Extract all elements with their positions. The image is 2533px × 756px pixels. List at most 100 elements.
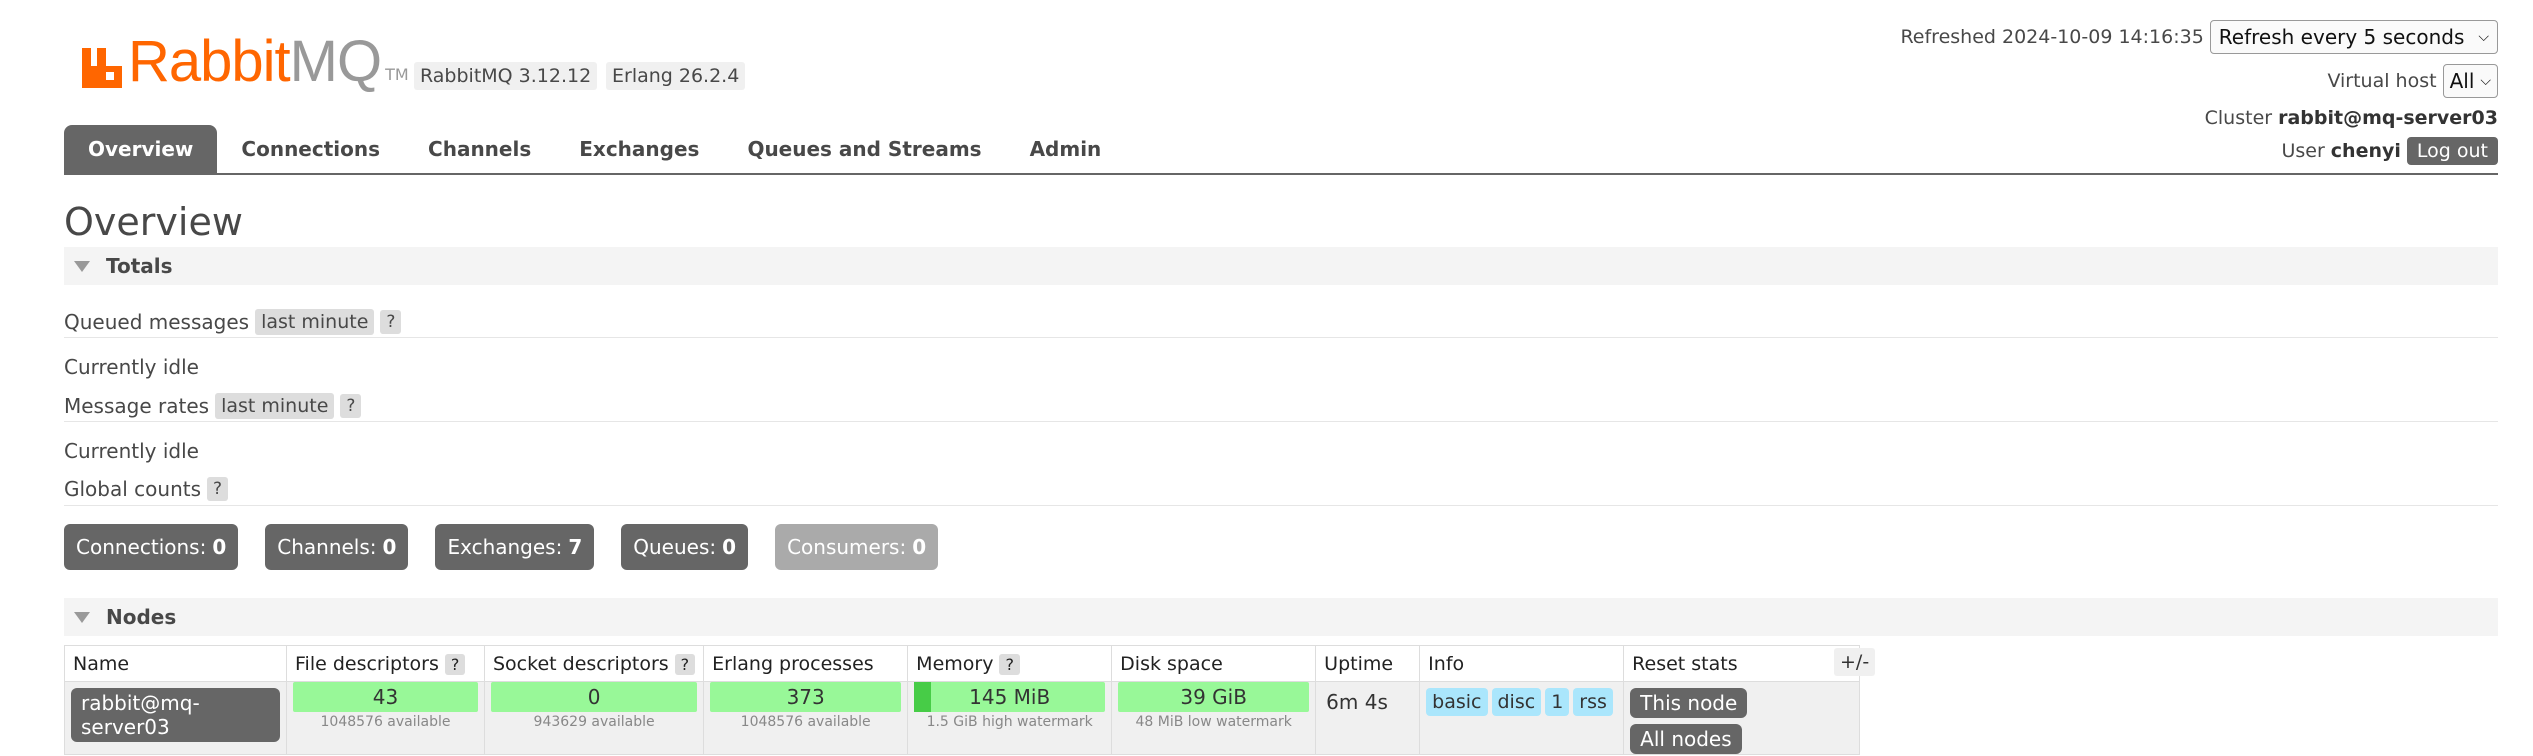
file-descriptors-help[interactable]: ? — [444, 653, 466, 675]
reset-this-node-button[interactable]: This node — [1630, 688, 1748, 718]
table-row: rabbit@mq-server03 43 1048576 available … — [64, 681, 1861, 755]
message-rates-row: Message rates last minute ? — [64, 393, 362, 419]
queues-count-button[interactable]: Queues: 0 — [621, 524, 749, 570]
page-title: Overview — [64, 200, 243, 244]
node-name-link[interactable]: rabbit@mq-server03 — [71, 688, 280, 742]
erlang-version: Erlang 26.2.4 — [606, 62, 746, 90]
socket-descriptors-bar: 0 — [491, 682, 698, 712]
divider — [64, 337, 2498, 338]
tab-exchanges[interactable]: Exchanges — [555, 125, 723, 173]
info-badge-disc: disc — [1491, 688, 1542, 716]
cell-reset-stats: This node All nodes — [1623, 681, 1861, 755]
refreshed-timestamp: Refreshed 2024-10-09 14:16:35 — [1900, 26, 2204, 48]
tab-channels[interactable]: Channels — [404, 125, 555, 173]
col-socket-descriptors: Socket descriptors? — [483, 645, 705, 682]
totals-section-header[interactable]: Totals — [64, 247, 2498, 285]
collapse-triangle-icon — [74, 260, 90, 272]
vhost-value: All — [2449, 69, 2475, 93]
logout-button[interactable]: Log out — [2406, 137, 2498, 165]
file-descriptors-available: 1048576 available — [320, 714, 451, 730]
message-rates-range[interactable]: last minute — [215, 393, 335, 419]
reset-all-nodes-button[interactable]: All nodes — [1630, 724, 1742, 754]
socket-descriptors-available: 943629 available — [533, 714, 655, 730]
logo-text-rabbit: Rabbit — [128, 29, 291, 94]
cell-socket-descriptors: 0 943629 available — [483, 681, 705, 755]
memory-bar-fill — [914, 682, 932, 712]
cell-file-descriptors: 43 1048576 available — [286, 681, 485, 755]
memory-help[interactable]: ? — [999, 653, 1020, 675]
message-rates-label: Message rates — [64, 394, 210, 418]
divider — [64, 421, 2498, 422]
consumers-count-button[interactable]: Consumers: 0 — [775, 524, 939, 570]
tabs-underline — [64, 173, 2498, 175]
vhost-select[interactable]: All ⌵ — [2442, 64, 2498, 98]
cell-erlang-processes: 373 1048576 available — [703, 681, 909, 755]
message-rates-help[interactable]: ? — [340, 394, 362, 418]
memory-watermark: 1.5 GiB high watermark — [926, 714, 1093, 730]
cluster-row: Cluster rabbit@mq-server03 — [2205, 107, 2498, 129]
col-mem-label: Memory — [916, 652, 994, 675]
count-value: 7 — [568, 535, 583, 559]
logo-trademark: TM — [385, 65, 409, 84]
refresh-row: Refreshed 2024-10-09 14:16:35 Refresh ev… — [1900, 20, 2498, 54]
col-info-label: Info — [1428, 652, 1465, 675]
refresh-interval-select[interactable]: Refresh every 5 seconds ⌵ — [2209, 20, 2498, 54]
logo-text-mq: MQ — [289, 29, 382, 94]
exchanges-count-button[interactable]: Exchanges: 7 — [435, 524, 595, 570]
global-counts-label: Global counts — [64, 477, 202, 501]
chevron-down-icon: ⌵ — [2478, 29, 2489, 45]
col-ep-label: Erlang processes — [712, 652, 874, 675]
collapse-triangle-icon — [74, 611, 90, 623]
main-nav-tabs: Overview Connections Channels Exchanges … — [64, 125, 1125, 173]
col-file-descriptors: File descriptors? — [286, 645, 485, 682]
tab-connections[interactable]: Connections — [217, 125, 404, 173]
queued-messages-help[interactable]: ? — [380, 310, 402, 334]
count-value: 0 — [912, 535, 927, 559]
channels-count-button[interactable]: Channels: 0 — [265, 524, 409, 570]
col-name-label: Name — [73, 652, 130, 675]
col-fd-label: File descriptors — [295, 652, 439, 675]
erlang-processes-bar: 373 — [710, 682, 902, 712]
queued-messages-range[interactable]: last minute — [255, 309, 375, 335]
disk-space-bar: 39 GiB — [1118, 682, 1310, 712]
divider — [64, 505, 2498, 506]
erlang-processes-available: 1048576 available — [740, 714, 871, 730]
cell-uptime: 6m 4s — [1315, 681, 1421, 755]
col-name: Name — [64, 645, 287, 682]
count-label: Connections: — [76, 535, 207, 559]
tab-admin[interactable]: Admin — [1006, 125, 1126, 173]
column-toggle-button[interactable]: +/- — [1834, 648, 1876, 676]
info-badge-basic: basic — [1426, 688, 1488, 716]
connections-count-button[interactable]: Connections: 0 — [64, 524, 239, 570]
col-disk-label: Disk space — [1120, 652, 1223, 675]
count-label: Exchanges: — [447, 535, 563, 559]
user-name: chenyi — [2330, 140, 2401, 162]
cell-disk-space: 39 GiB 48 MiB low watermark — [1111, 681, 1317, 755]
nodes-section-header[interactable]: Nodes — [64, 598, 2498, 636]
queued-messages-row: Queued messages last minute ? — [64, 309, 402, 335]
col-reset-stats: Reset stats — [1623, 645, 1861, 682]
col-reset-label: Reset stats — [1632, 652, 1738, 675]
tab-overview[interactable]: Overview — [64, 125, 218, 173]
tab-queues-and-streams[interactable]: Queues and Streams — [723, 125, 1005, 173]
rabbitmq-version: RabbitMQ 3.12.12 — [414, 62, 598, 90]
col-erlang-processes: Erlang processes — [703, 645, 909, 682]
col-disk-space: Disk space — [1111, 645, 1317, 682]
count-label: Consumers: — [787, 535, 907, 559]
count-value: 0 — [212, 535, 227, 559]
totals-section-title: Totals — [106, 254, 173, 278]
vhost-label: Virtual host — [2327, 70, 2437, 92]
rabbitmq-logo: Rabbit MQ TM — [80, 29, 409, 94]
global-counts-help[interactable]: ? — [207, 477, 229, 501]
col-uptime-label: Uptime — [1324, 652, 1394, 675]
file-descriptors-bar: 43 — [293, 682, 478, 712]
socket-descriptors-help[interactable]: ? — [674, 653, 696, 675]
cluster-name: rabbit@mq-server03 — [2278, 107, 2498, 129]
rabbitmq-logo-icon — [82, 48, 122, 88]
count-label: Channels: — [277, 535, 377, 559]
vhost-row: Virtual host All ⌵ — [2327, 64, 2498, 98]
cell-name: rabbit@mq-server03 — [64, 681, 287, 755]
uptime-value: 6m 4s — [1326, 690, 1388, 714]
user-row: User chenyi Log out — [2281, 137, 2498, 165]
col-info: Info — [1419, 645, 1625, 682]
